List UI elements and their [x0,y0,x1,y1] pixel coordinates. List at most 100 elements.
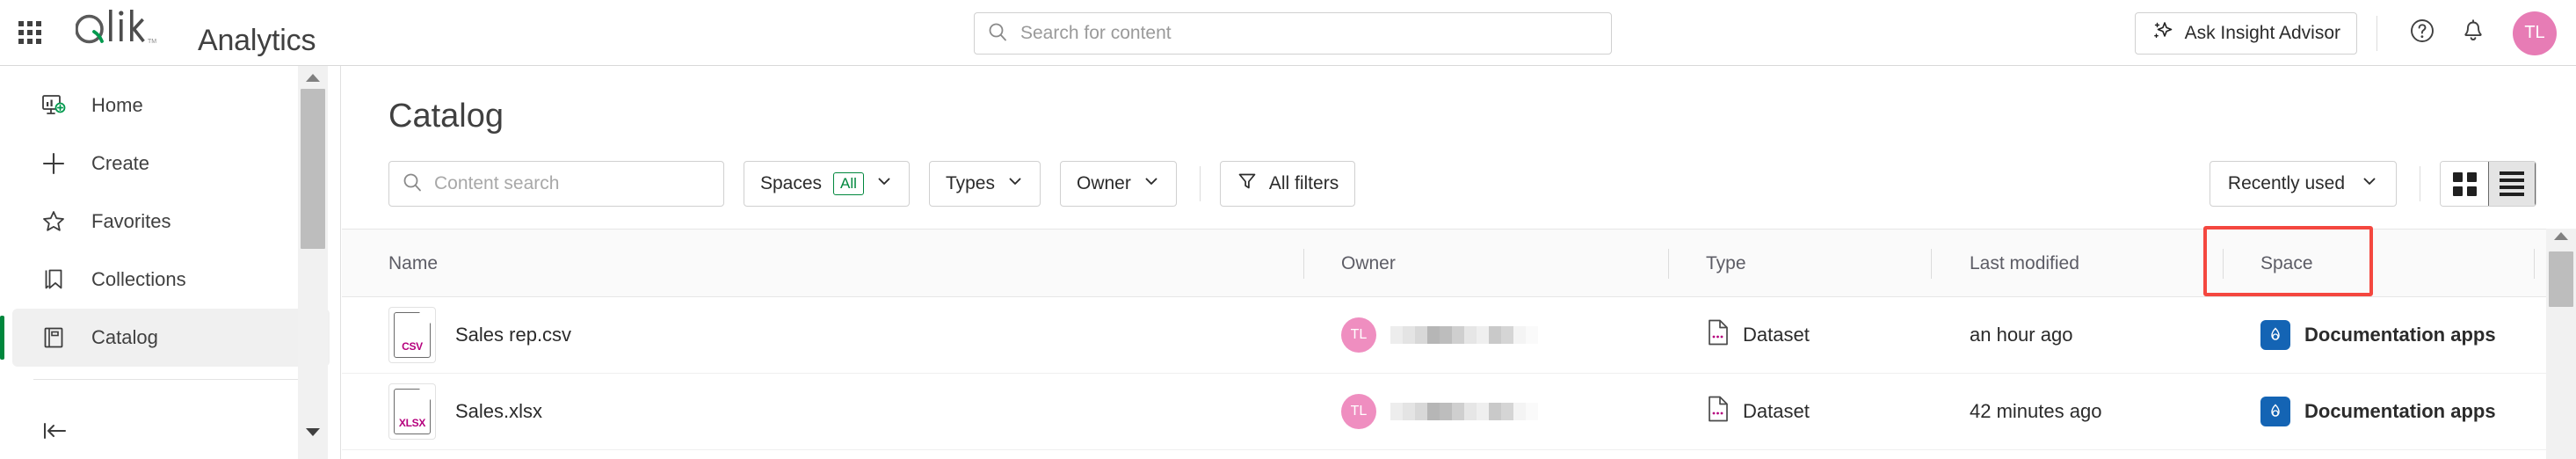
spaces-filter-badge: All [833,172,864,195]
header-right-actions: Ask Insight Advisor TL [2134,0,2557,66]
chevron-down-icon [875,172,893,195]
global-search-box[interactable] [974,12,1612,55]
row-type-label: Dataset [1743,324,1810,346]
row-space-cell[interactable]: Documentation apps [2260,397,2496,426]
main-scroll-thumb[interactable] [2549,251,2573,307]
owner-avatar-initials: TL [1350,404,1368,419]
row-space-cell[interactable]: Documentation apps [2260,320,2496,350]
app-launcher-button[interactable] [14,17,46,48]
column-divider [2534,249,2535,279]
owner-name-redacted [1390,403,1538,420]
sidebar-item-collections[interactable]: Collections [12,251,330,309]
sidebar-collapse-button[interactable] [37,415,72,450]
all-filters-label: All filters [1268,173,1339,193]
column-divider [1668,249,1669,279]
main-content: Catalog Spaces All Types Owner [342,66,2576,459]
dataset-icon [1706,395,1743,428]
svg-text:TM: TM [148,39,156,45]
sidebar-item-label: Favorites [91,210,171,232]
filter-toolbar: Spaces All Types Owner All filters [388,161,1356,207]
row-owner-cell: TL [1341,317,1538,353]
all-filters-button[interactable]: All filters [1219,161,1356,207]
row-type-cell: Dataset [1706,395,1810,428]
row-space-label: Documentation apps [2304,400,2496,422]
table-row[interactable]: XLSX Sales.xlsx TL Dataset 42 minutes ag… [342,374,2576,450]
sort-dropdown-label: Recently used [2227,173,2345,193]
column-divider [1931,249,1932,279]
sparkle-icon [2152,19,2174,47]
row-modified-cell: 42 minutes ago [1970,400,2102,422]
table-row[interactable] [342,450,2576,459]
row-modified-cell: an hour ago [1970,324,2073,346]
row-type-label: Dataset [1743,400,1810,422]
plus-icon [39,150,69,177]
ask-insight-advisor-label: Ask Insight Advisor [2184,22,2340,43]
sidebar-item-home[interactable]: Home [12,76,330,135]
help-button[interactable] [2403,14,2442,53]
grid-view-icon [2452,171,2477,196]
filter-divider [1199,166,1201,201]
owner-avatar-initials: TL [1350,327,1368,342]
owner-filter-label: Owner [1076,173,1131,193]
sidebar-scrollbar[interactable] [298,66,328,459]
content-search-input[interactable] [434,173,711,194]
shared-space-icon [2260,397,2290,426]
column-divider [1303,249,1304,279]
column-header-last-modified[interactable]: Last modified [1970,230,2079,298]
spaces-filter-button[interactable]: Spaces All [744,161,910,207]
catalog-book-icon [39,324,69,351]
column-divider [2223,249,2224,279]
collapse-left-icon [41,420,68,446]
file-badge-label: CSV [402,340,423,353]
brand-block[interactable]: TM Analytics [76,4,316,62]
left-sidebar: Home Create Favorites Collections Catalo… [0,66,341,459]
row-name-cell[interactable]: CSV Sales rep.csv [388,307,571,363]
row-name-label: Sales rep.csv [455,324,572,346]
header-divider [2376,15,2377,51]
row-name-label: Sales.xlsx [455,400,543,422]
sidebar-item-create[interactable]: Create [12,135,330,193]
global-search-input[interactable] [1020,23,1599,44]
grid-view-button[interactable] [2441,162,2488,206]
notifications-button[interactable] [2454,14,2493,53]
sidebar-item-catalog[interactable]: Catalog [0,309,330,367]
row-owner-cell: TL [1341,394,1538,429]
chevron-down-icon [2361,172,2378,195]
sidebar-scroll-up-button[interactable] [298,66,328,89]
table-header-row: Name Owner Type Last modified Space [342,229,2576,297]
sidebar-scroll-thumb[interactable] [301,89,325,249]
owner-avatar: TL [1341,317,1376,353]
sidebar-item-label: Catalog [91,326,158,348]
list-view-button[interactable] [2488,162,2536,206]
main-scroll-up-button[interactable] [2554,232,2568,240]
csv-file-icon: CSV [388,307,436,363]
column-header-space[interactable]: Space [2260,230,2313,298]
column-header-type[interactable]: Type [1706,230,1746,298]
column-header-name[interactable]: Name [388,230,438,298]
user-avatar[interactable]: TL [2513,11,2557,55]
ask-insight-advisor-button[interactable]: Ask Insight Advisor [2134,11,2357,55]
sort-dropdown-button[interactable]: Recently used [2209,161,2397,207]
list-view-icon [2500,171,2524,196]
owner-name-redacted [1390,326,1538,344]
bell-icon [2459,17,2487,49]
owner-avatar: TL [1341,394,1376,429]
funnel-icon [1237,171,1258,197]
sidebar-item-favorites[interactable]: Favorites [12,193,330,251]
star-icon [39,208,69,235]
top-header: TM Analytics Ask Insight Advisor [0,0,2576,66]
sidebar-divider [33,379,312,380]
table-row[interactable]: CSV Sales rep.csv TL Dataset an hour ago… [342,297,2576,374]
content-search-box[interactable] [388,161,724,207]
avatar-initials: TL [2524,23,2545,42]
page-title: Catalog [388,98,504,135]
row-name-cell[interactable]: XLSX Sales.xlsx [388,383,542,440]
dataset-icon [1706,318,1743,352]
sidebar-scroll-down-button[interactable] [298,420,328,443]
column-header-owner[interactable]: Owner [1341,230,1396,298]
owner-filter-button[interactable]: Owner [1059,161,1177,207]
main-scrollbar[interactable] [2546,229,2576,459]
types-filter-button[interactable]: Types [928,161,1041,207]
search-icon [402,171,423,197]
sidebar-item-label: Create [91,152,150,174]
